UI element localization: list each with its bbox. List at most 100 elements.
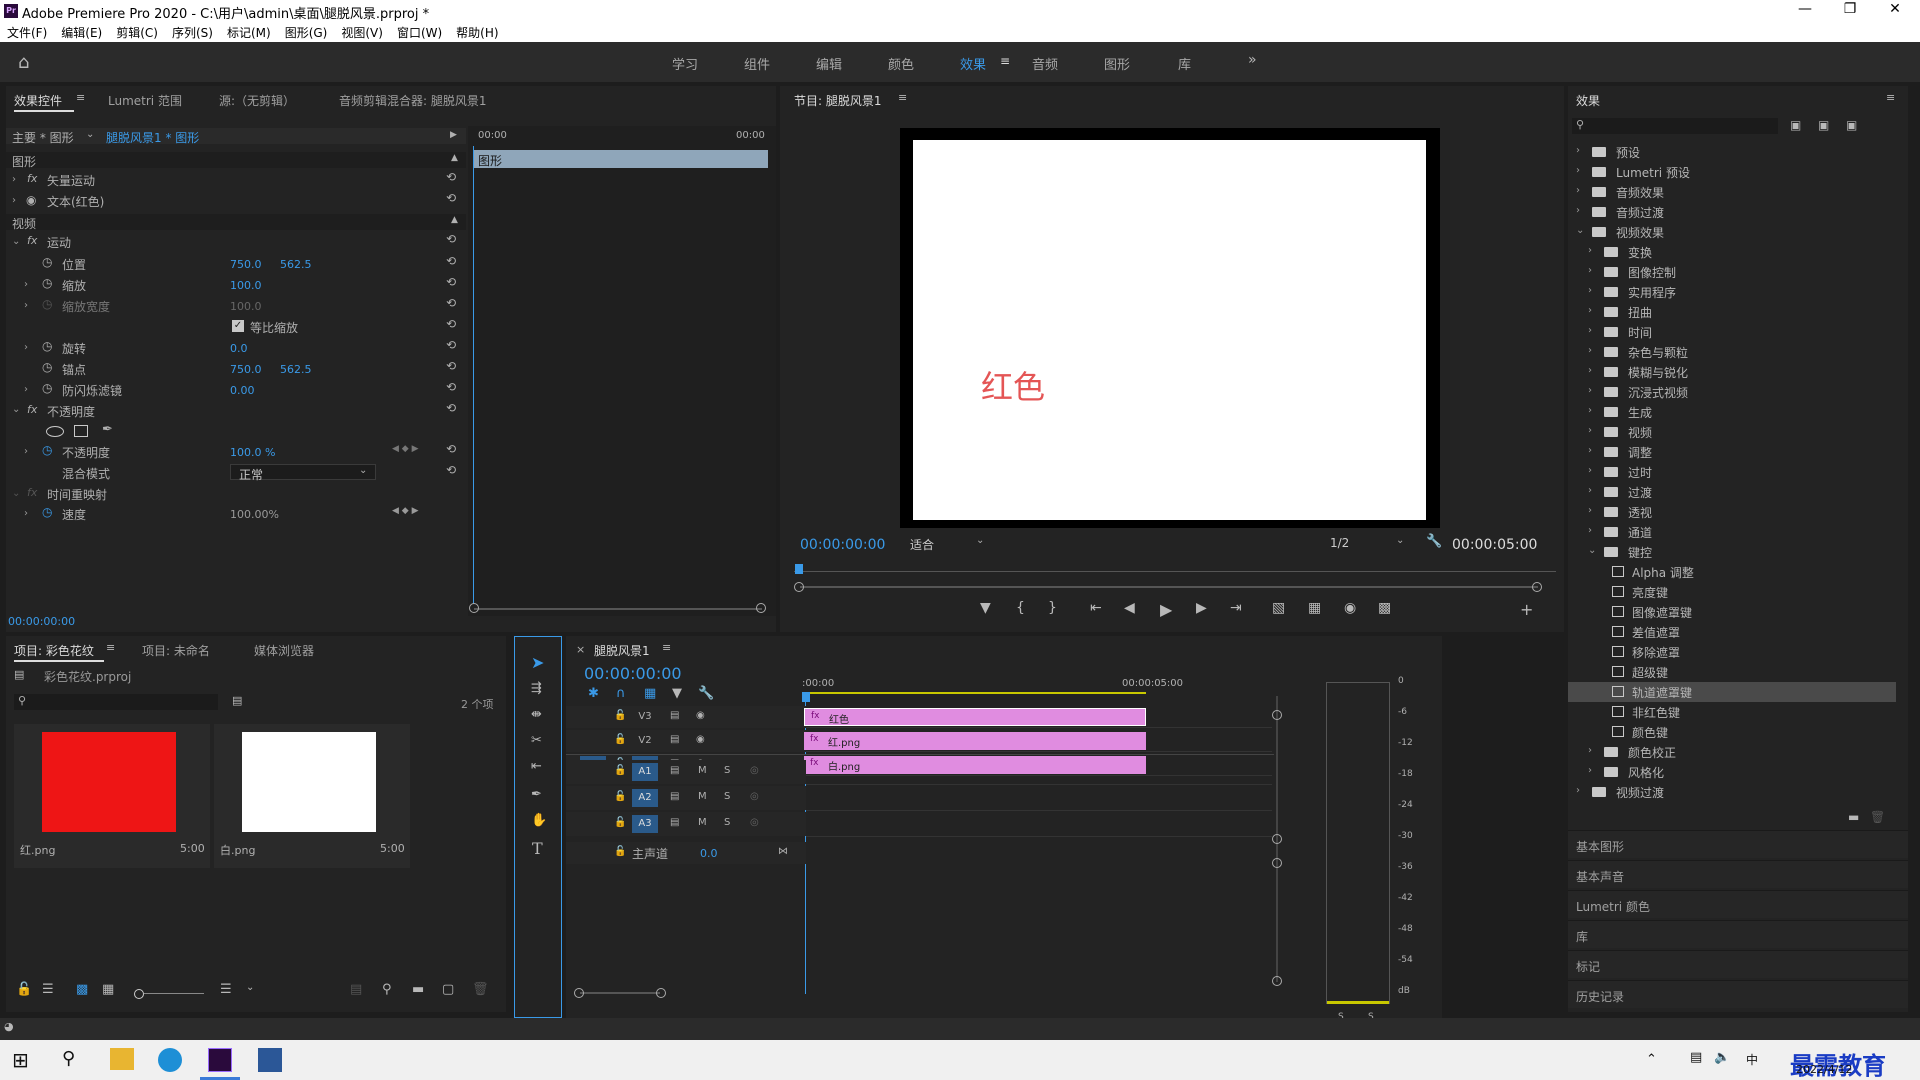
scroll-handle-top[interactable] — [1272, 858, 1282, 868]
yuv-effects-icon[interactable]: ▣ — [1846, 118, 1857, 132]
add-marker-icon[interactable]: ▼ — [980, 600, 991, 616]
tab-audio-clip-mixer[interactable]: 音频剪辑混合器: 腿脱风景1 — [339, 92, 487, 109]
effects-tree-item[interactable]: › 过渡 — [1568, 482, 1896, 502]
position-y-value[interactable]: 562.5 — [280, 258, 312, 271]
collapsed-panel[interactable]: Lumetri 颜色 — [1568, 890, 1908, 918]
chevron-right-icon[interactable]: › — [1588, 525, 1592, 536]
menu-item[interactable]: 视图(V) — [334, 22, 390, 41]
sync-lock-icon[interactable]: ▤ — [670, 817, 679, 828]
effects-tree-item[interactable]: › 风格化 — [1568, 762, 1896, 782]
close-icon[interactable]: × — [576, 643, 585, 656]
reset-icon[interactable]: ⟲ — [446, 317, 456, 331]
workspace-tab[interactable]: 组件 — [744, 54, 770, 73]
ec-playhead[interactable] — [473, 146, 474, 604]
program-timecode[interactable]: 00:00:00:00 — [800, 537, 885, 553]
maximize-button[interactable]: ❐ — [1830, 1, 1870, 17]
program-playhead[interactable] — [795, 564, 803, 574]
chevron-down-icon[interactable]: ⌄ — [86, 129, 94, 140]
wrench-icon[interactable]: 🔧 — [1426, 534, 1442, 549]
chevron-right-icon[interactable]: › — [1576, 785, 1580, 796]
scroll-handle-left[interactable] — [574, 988, 584, 998]
position-x-value[interactable]: 750.0 — [230, 258, 262, 271]
effects-tree-item[interactable]: › 调整 — [1568, 442, 1896, 462]
effects-tree-item[interactable]: Alpha 调整 — [1568, 562, 1896, 582]
workspace-tab[interactable]: 编辑 — [816, 54, 842, 73]
stopwatch-icon[interactable]: ◷ — [42, 360, 52, 374]
panel-menu-icon[interactable]: ≡ — [1886, 91, 1895, 104]
menu-item[interactable]: 序列(S) — [165, 22, 220, 41]
effects-tree-item[interactable]: › 模糊与锐化 — [1568, 362, 1896, 382]
effects-tree-item[interactable]: › 预设 — [1568, 142, 1896, 162]
menu-item[interactable]: 窗口(W) — [390, 22, 449, 41]
master-toggle-icon[interactable]: ⋈ — [778, 846, 788, 857]
eye-icon[interactable]: ◉ — [26, 193, 36, 207]
eye-icon[interactable]: ◉ — [696, 734, 705, 745]
lock-icon[interactable]: 🔓 — [614, 791, 626, 802]
stopwatch-icon[interactable]: ◷ — [42, 443, 52, 457]
accelerated-effects-icon[interactable]: ▣ — [1790, 118, 1801, 132]
project-item-thumbnail[interactable] — [242, 732, 376, 832]
sync-lock-icon[interactable]: ▤ — [670, 765, 679, 776]
keyframe-nav-icon[interactable]: ◀ ◆ ▶ — [392, 506, 419, 516]
panel-menu-icon[interactable]: ≡ — [898, 91, 907, 104]
pen-tool-icon[interactable]: ✒ — [531, 787, 542, 802]
new-search-bin-icon[interactable]: ▤ — [232, 694, 242, 707]
menu-item[interactable]: 剪辑(C) — [109, 22, 165, 41]
track-select-tool-icon[interactable]: ⇶ — [531, 681, 542, 696]
track-target-a1[interactable]: A1 — [632, 763, 658, 781]
scroll-handle-left[interactable] — [469, 603, 479, 613]
edge-icon[interactable] — [158, 1048, 182, 1072]
chevron-right-icon[interactable]: › — [1588, 325, 1592, 336]
menu-item[interactable]: 文件(F) — [0, 22, 54, 41]
chevron-right-icon[interactable]: › — [1588, 445, 1592, 456]
reset-icon[interactable]: ⟲ — [446, 232, 456, 246]
file-explorer-icon[interactable] — [110, 1048, 134, 1070]
razor-tool-icon[interactable]: ✂ — [531, 733, 542, 748]
antiflicker-value[interactable]: 0.00 — [230, 384, 255, 397]
effects-tree-item[interactable]: › 变换 — [1568, 242, 1896, 262]
scroll-handle-right[interactable] — [756, 603, 766, 613]
microphone-icon[interactable]: ◎ — [750, 765, 759, 776]
expand-arrow-icon[interactable]: › — [24, 508, 28, 519]
timeline-clip[interactable]: fx 白.png — [804, 756, 1146, 774]
workspace-tab[interactable]: 效果 — [960, 54, 986, 73]
play-icon[interactable]: ▶ — [1160, 600, 1172, 619]
sequence-tab[interactable]: 腿脱风景1 — [594, 642, 650, 659]
effects-tree-item[interactable]: 图像遮罩键 — [1568, 602, 1896, 622]
stopwatch-icon[interactable]: ◷ — [42, 276, 52, 290]
effects-tree-item[interactable]: › 通道 — [1568, 522, 1896, 542]
effects-tree-item[interactable]: ⌄ 键控 — [1568, 542, 1896, 562]
track-target-a3[interactable]: A3 — [632, 815, 658, 833]
effects-tree-item[interactable]: › 视频 — [1568, 422, 1896, 442]
effects-tree-item[interactable]: ⌄ 视频效果 — [1568, 222, 1896, 242]
expand-arrow-icon[interactable]: › — [24, 384, 28, 395]
effects-tree-item[interactable]: 轨道遮罩键 — [1568, 682, 1896, 702]
list-view-icon[interactable]: ☰ — [42, 982, 54, 997]
network-icon[interactable]: ▤ — [1690, 1050, 1702, 1065]
expand-arrow-icon[interactable]: › — [24, 279, 28, 290]
effects-panel-title[interactable]: 效果 — [1576, 92, 1600, 109]
fx-icon[interactable]: fx — [27, 234, 37, 247]
workspace-menu-icon[interactable]: ≡ — [1000, 54, 1010, 68]
icon-view-icon[interactable]: ▩ — [76, 982, 88, 997]
overlay-text[interactable]: 红色 — [981, 362, 1045, 408]
chevron-right-icon[interactable]: › — [1588, 425, 1592, 436]
fx-icon[interactable]: fx — [27, 403, 37, 416]
delete-icon[interactable]: 🗑 — [472, 982, 489, 997]
work-area-bar[interactable] — [804, 692, 1146, 694]
blend-mode-select[interactable]: 正常 ⌄ — [230, 464, 376, 482]
close-button[interactable]: ✕ — [1875, 1, 1915, 17]
effects-tree-item[interactable]: › 沉浸式视频 — [1568, 382, 1896, 402]
minimize-button[interactable]: — — [1785, 1, 1825, 17]
solo-button[interactable]: S — [724, 817, 730, 828]
scroll-handle-top[interactable] — [1272, 710, 1282, 720]
timeline-timecode[interactable]: 00:00:00:00 — [584, 664, 682, 683]
menu-item[interactable]: 编辑(E) — [54, 22, 109, 41]
export-frame-icon[interactable]: ◉ — [1344, 600, 1356, 616]
chevron-right-icon[interactable]: › — [1588, 505, 1592, 516]
reset-icon[interactable]: ⟲ — [446, 296, 456, 310]
32bit-effects-icon[interactable]: ▣ — [1818, 118, 1829, 132]
program-monitor-title[interactable]: 节目: 腿脱风景1 — [794, 92, 882, 109]
stopwatch-icon[interactable]: ◷ — [42, 255, 52, 269]
ec-zoom-scrollbar[interactable] — [474, 608, 762, 610]
